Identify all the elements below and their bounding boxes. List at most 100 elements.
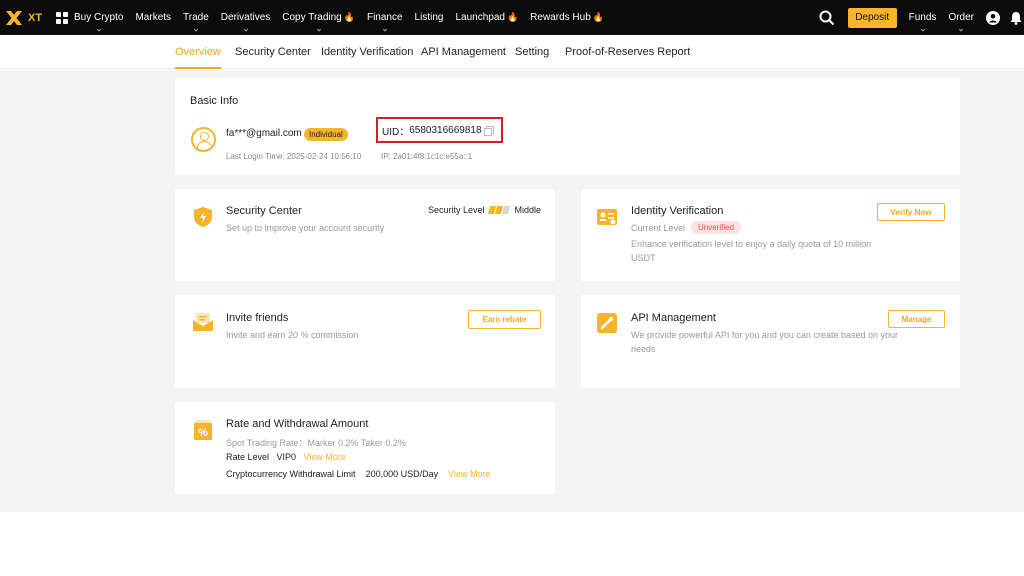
nav-finance[interactable]: Finance [366,12,403,32]
chevron-down-icon [96,27,101,32]
order-label: Order [948,12,974,23]
withdraw-limit-row: Cryptocurrency Withdrawal Limit 200,000 … [226,469,490,479]
uid-highlight-box: UID： 6580316669818 [376,117,503,143]
invite-title: Invite friends [226,312,289,324]
nav-listing[interactable]: Listing [415,12,444,23]
withdraw-limit-label: Cryptocurrency Withdrawal Limit [226,469,356,479]
earn-rebate-button[interactable]: Earn rebate [468,310,541,329]
uid-value: 6580316669818 [409,124,482,136]
api-desc-line2: needs [631,344,656,354]
profile-avatar-icon [191,127,216,152]
basic-info-card: Basic Info fa***@gmail.com Individual La… [175,78,960,175]
api-key-icon [597,313,617,333]
security-level-bars [488,206,511,214]
api-management-card[interactable]: API Management We provide powerful API f… [581,295,960,388]
nav-rewards-hub[interactable]: Rewards Hub 🔥 [530,12,604,23]
view-more-rate-link[interactable]: View More [304,452,346,462]
security-center-title: Security Center [226,205,302,217]
rate-level-row: Rate Level VIP0 View More [226,452,346,462]
current-level-label: Current Level [631,223,686,233]
deposit-button[interactable]: Deposit [847,7,897,28]
nav-label: Buy Crypto [74,12,124,23]
view-more-withdraw-link[interactable]: View More [448,469,490,479]
security-center-card[interactable]: Security Center Set up to improve your a… [175,189,555,281]
order-menu[interactable]: Order [948,12,974,32]
tab-api-management[interactable]: API Management [421,46,506,58]
chevron-down-icon [920,27,925,32]
security-level-value: Middle [514,205,541,215]
withdraw-limit-value: 200,000 USD/Day [365,469,439,479]
svg-text:%: % [198,427,208,439]
invite-friends-card[interactable]: Invite friends Invite and earn 20 % comm… [175,295,555,388]
api-desc-line1: We provide powerful API for you and you … [631,330,898,340]
identity-title: Identity Verification [631,205,724,217]
identity-desc-line2: USDT [631,253,656,263]
logo-text: XT [28,11,43,24]
funds-label: Funds [908,12,937,23]
nav-copy-trading[interactable]: Copy Trading 🔥 [282,12,355,32]
nav-launchpad[interactable]: Launchpad 🔥 [455,12,518,23]
nav-label: Copy Trading [282,12,342,23]
nav-label: Listing [414,12,444,23]
main-content: Basic Info fa***@gmail.com Individual La… [0,70,1024,512]
tab-overview[interactable]: Overview [175,46,221,69]
shield-icon [194,207,212,227]
sub-navbar: Overview Security Center Identity Verifi… [0,35,1024,69]
fire-icon: 🔥 [343,12,355,22]
security-level: Security Level Middle [428,205,541,215]
nav-label: Rewards Hub [530,12,591,23]
percent-icon: % [194,420,212,440]
tab-setting[interactable]: Setting [515,46,549,58]
nav-label: Trade [183,12,209,23]
nav-markets[interactable]: Markets [135,12,171,23]
rate-withdrawal-card: % Rate and Withdrawal Amount Spot Tradin… [175,402,555,494]
main-nav: Buy Crypto Markets Trade Derivatives Cop… [74,12,616,32]
nav-label: Derivatives [220,12,271,23]
security-center-desc: Set up to improve your account security [226,223,385,233]
id-card-icon [597,209,617,226]
nav-derivatives[interactable]: Derivatives [220,12,271,32]
tab-identity-verification[interactable]: Identity Verification [321,46,413,58]
funds-menu[interactable]: Funds [908,12,937,32]
top-navbar: XT Buy Crypto Markets Trade Derivatives … [0,0,1024,35]
nav-trade[interactable]: Trade [183,12,209,32]
rate-level-label: Rate Level [226,452,270,462]
nav-buy-crypto[interactable]: Buy Crypto [74,12,124,32]
xt-logo-icon [6,10,22,25]
user-email: fa***@gmail.com [226,128,302,139]
user-avatar-icon[interactable] [986,10,1000,25]
chevron-down-icon [193,27,199,32]
bell-icon[interactable] [1010,11,1022,25]
spot-trading-rate: Spot Trading Rate：Marker 0.2% Taker 0.2% [226,438,406,448]
envelope-icon [193,313,213,331]
identity-verification-card[interactable]: Identity Verification Current Level Unve… [581,189,960,281]
login-ip: IP: 2a01:4f8:1c1c:e55a::1 [381,152,473,161]
api-title: API Management [631,312,716,324]
nav-label: Launchpad [455,12,505,23]
nav-label: Markets [135,12,172,23]
account-type-badge: Individual [304,128,348,141]
tab-security-center[interactable]: Security Center [235,46,311,58]
manage-button[interactable]: Manage [888,310,945,328]
verify-now-button[interactable]: Verify Now [877,203,945,221]
chevron-down-icon [382,27,387,32]
nav-right-group: Deposit Funds Order [818,0,1024,35]
fire-icon: 🔥 [592,12,604,22]
last-login-time: Last Login Time: 2025-02-24 10:56:10 [226,152,362,161]
chevron-down-icon [316,27,321,32]
identity-desc-line1: Enhance verification level to enjoy a da… [631,239,872,249]
chevron-down-icon [243,27,248,32]
xt-logo[interactable]: XT [5,10,47,26]
security-level-label: Security Level [427,205,485,215]
rate-title: Rate and Withdrawal Amount [226,418,369,430]
tab-proof-of-reserves[interactable]: Proof-of-Reserves Report [565,46,690,58]
rate-level-value: VIP0 [276,452,297,462]
invite-desc: Invite and earn 20 % commission [226,330,359,340]
apps-grid-icon[interactable] [56,11,68,24]
nav-label: Finance [366,12,403,23]
verification-status-badge: Unverified [691,221,742,234]
uid-label: UID： [382,126,410,138]
copy-icon[interactable] [483,125,494,136]
chevron-down-icon [959,27,964,32]
search-icon[interactable] [818,9,836,27]
